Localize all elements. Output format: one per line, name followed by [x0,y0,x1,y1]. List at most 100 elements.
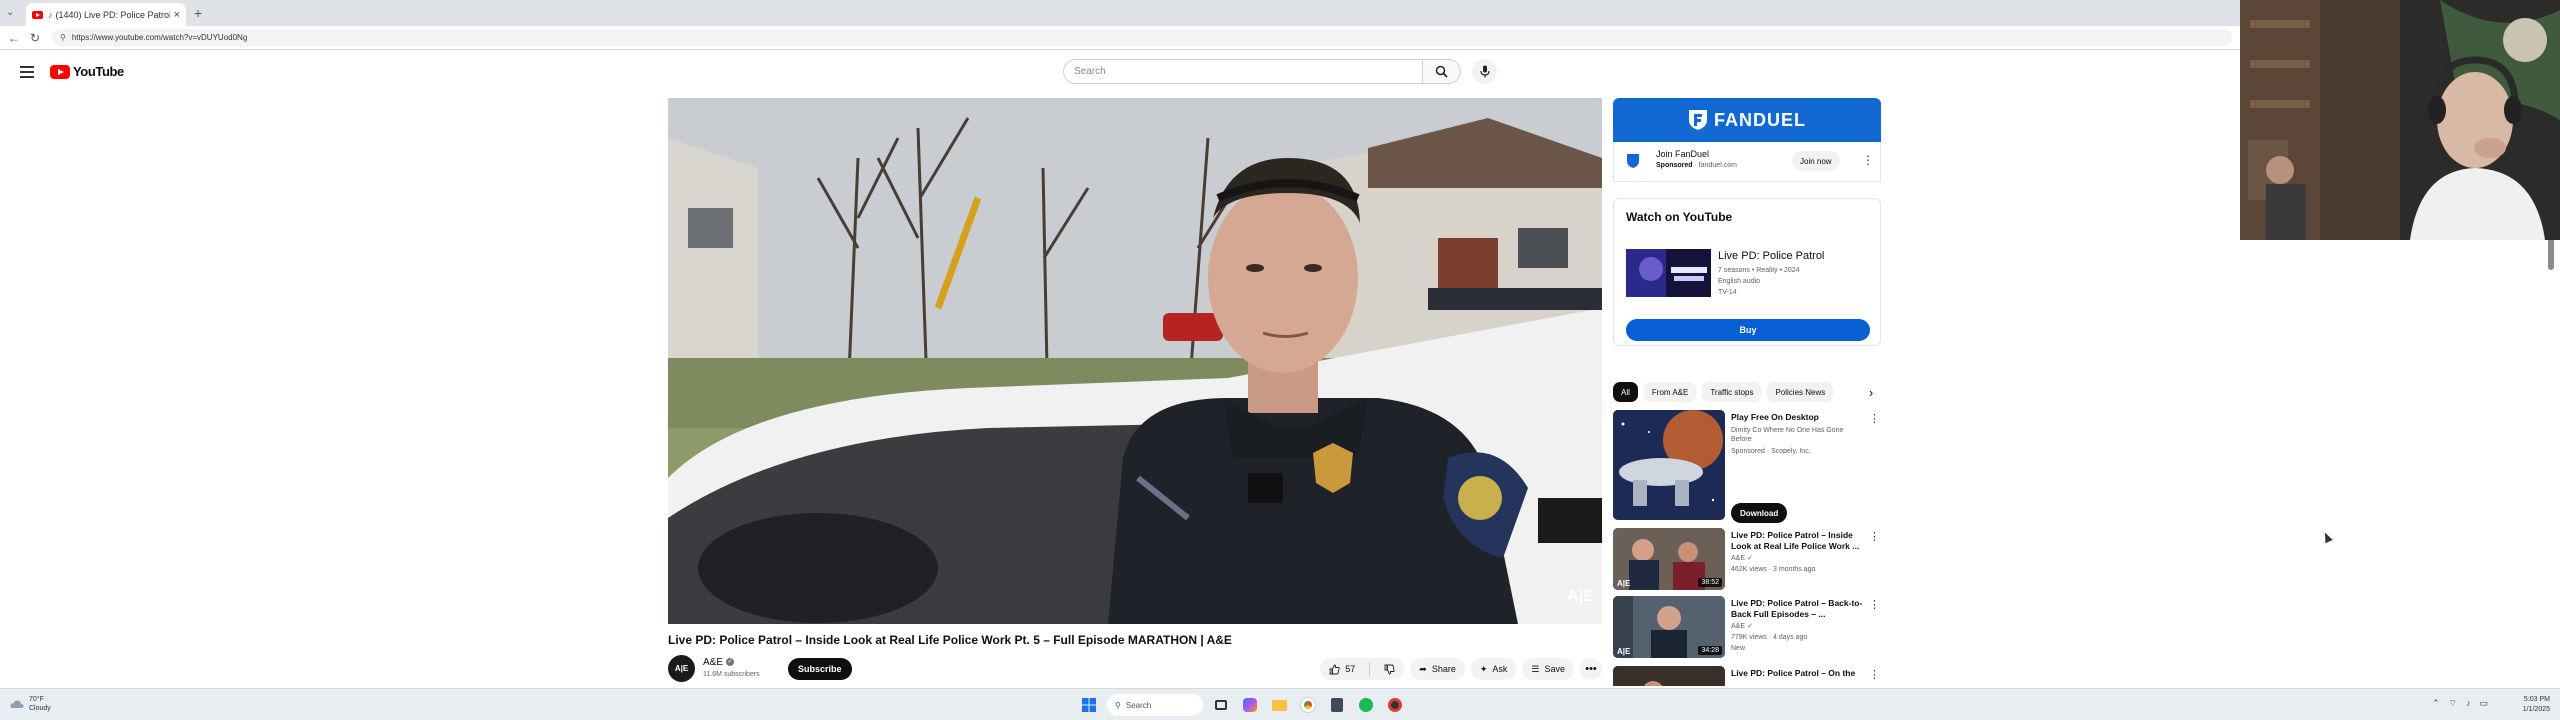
download-button[interactable]: Download [1731,503,1788,523]
hamburger-menu-icon[interactable] [20,66,34,78]
search-input[interactable]: Search [1063,59,1423,84]
rec-stats: 462K views · 3 months ago [1731,566,1816,573]
video-thumbnail[interactable]: A|E 34:28 [1613,596,1725,658]
battery-icon[interactable]: ▭ [2480,698,2489,709]
taskbar-search-box[interactable]: ⚲ Search [1107,694,1203,716]
video-player[interactable]: A|E [668,98,1602,624]
taskbar-search-icon: ⚲ [1115,700,1121,710]
more-actions-button[interactable]: ••• [1580,658,1602,680]
svg-text:A|E: A|E [1617,579,1631,588]
rec-title: Live PD: Police Patrol – Back-to-Back Fu… [1731,598,1863,619]
channel-name[interactable]: A&E [703,657,723,668]
spotify-icon[interactable] [1355,694,1377,716]
rec-title: Play Free On Desktop [1731,412,1819,422]
rec-more-icon[interactable]: ⋮ [1869,530,1880,543]
fanduel-ad-banner[interactable]: FANDUEL [1613,98,1881,142]
like-divider [1369,662,1371,676]
new-badge: New [1731,645,1746,652]
ask-label: Ask [1492,664,1508,674]
subscriber-count: 11.6M subscribers [703,671,760,678]
start-button[interactable] [1078,694,1100,716]
system-tray: ⌃ ⌔ ♪ ▭ [2432,698,2488,709]
list-item[interactable]: A|E 38:52 Live PD: Police Patrol – Insid… [1613,528,1881,592]
rec-more-icon[interactable]: ⋮ [1869,668,1880,681]
video-thumbnail[interactable]: A|E 38:52 [1613,528,1725,590]
fanduel-brand: FANDUEL [1714,109,1806,130]
share-button[interactable]: ➦ Share [1410,658,1465,680]
thumbs-down-icon [1384,664,1395,674]
reload-icon[interactable]: ↻ [30,31,40,45]
tray-chevron-icon[interactable]: ⌃ [2432,698,2440,709]
game-thumbnail[interactable] [1613,410,1725,520]
video-title: Live PD: Police Patrol – Inside Look at … [668,633,1232,647]
rec-more-icon[interactable]: ⋮ [1869,598,1880,611]
rec-title: Live PD: Police Patrol – On the [1731,668,1856,678]
buy-button[interactable]: Buy [1626,319,1870,341]
ask-button[interactable]: ✦ Ask [1470,658,1517,680]
fanduel-small-logo-icon [1627,154,1639,168]
weather-widget[interactable]: 70°F Cloudy [10,695,51,713]
file-explorer-icon[interactable] [1268,694,1290,716]
like-count: 57 [1345,664,1356,674]
tab-close-icon[interactable]: × [174,9,180,21]
cloud-icon [10,700,24,708]
chip-traffic-stops[interactable]: Traffic stops [1702,382,1762,402]
video-owner-row: A|E A&E ✓ 11.6M subscribers Subscribe 57… [668,654,1602,684]
taskbar-search-label: Search [1125,700,1152,710]
join-now-button[interactable]: Join now [1792,151,1840,171]
list-item[interactable]: A|E 34:28 Live PD: Police Patrol – Back-… [1613,596,1881,660]
clock-time: 5:03 PM [2523,696,2550,703]
chips-next-arrow-icon[interactable]: › [1861,382,1881,402]
url-text: https://www.youtube.com/watch?v=vDUYUod0… [71,33,248,42]
calculator-icon[interactable] [1326,694,1348,716]
video-thumbnail[interactable] [1613,666,1725,686]
chrome-icon[interactable] [1297,694,1319,716]
volume-icon[interactable]: ♪ [2466,698,2471,709]
youtube-logo[interactable]: YouTube [50,64,124,79]
task-view-icon[interactable] [1210,694,1232,716]
list-item[interactable]: Live PD: Police Patrol – On the ⋮ [1613,666,1881,686]
chip-policies-news[interactable]: Policies News [1767,382,1834,402]
webcam-overlay [2240,0,2560,240]
police-thumbnail-image [1613,666,1725,686]
obs-record-icon[interactable] [1384,694,1406,716]
ad-more-icon[interactable]: ⋮ [1862,153,1874,167]
sponsored-label: Sponsored [1656,162,1693,169]
channel-avatar[interactable]: A|E [668,655,695,682]
copilot-icon[interactable] [1239,694,1261,716]
show-thumbnail[interactable] [1626,249,1711,297]
tab-search-icon[interactable]: ⌄ [6,7,14,18]
url-field[interactable]: ⚲ https://www.youtube.com/watch?v=vDUYUo… [52,29,2232,46]
chip-from-ae[interactable]: From A&E [1643,382,1697,402]
site-info-icon[interactable]: ⚲ [60,33,66,42]
youtube-favicon-icon [32,10,43,19]
fanduel-ad-row[interactable]: Join FanDuel Sponsored · fanduel.com Joi… [1613,142,1881,182]
browser-tab-active[interactable]: ♪ (1440) Live PD: Police Patrol – × [26,3,186,26]
subscribe-button[interactable]: Subscribe [788,658,852,680]
speaker-icon[interactable]: ♪ [48,10,53,20]
ad-sponsor-line: Sponsored · fanduel.com [1656,162,1737,169]
list-item[interactable]: Play Free On Desktop Dimity Co Where No … [1613,410,1881,523]
show-meta: 7 seasons • Reality • 2024 [1718,267,1800,274]
voice-search-button[interactable] [1472,59,1497,84]
duration-badge: 38:52 [1698,578,1722,587]
dislike-button[interactable] [1375,658,1404,680]
taskbar-clock[interactable]: 5:03 PM 1/1/2025 [2514,695,2550,715]
browser-tab-strip: ⌄ ♪ (1440) Live PD: Police Patrol – × + [0,0,2560,26]
search-button[interactable] [1423,59,1461,84]
chip-all[interactable]: All [1613,382,1638,402]
rec-sponsor: Sponsored · Scopely, Inc. [1731,448,1811,455]
tab-title: (1440) Live PD: Police Patrol – [55,9,170,20]
video-actions: 57 ➦ Share ✦ Ask ☰ Save ••• [1320,658,1602,680]
network-icon[interactable]: ⌔ [2449,698,2457,709]
webcam-feed-image [2240,0,2560,240]
back-arrow-icon[interactable]: ← [8,31,20,45]
duration-badge: 34:28 [1698,646,1722,655]
rec-more-icon[interactable]: ⋮ [1869,412,1880,425]
share-icon: ➦ [1419,663,1427,674]
svg-text:A|E: A|E [1617,647,1631,656]
new-tab-button[interactable]: + [194,5,202,21]
save-button[interactable]: ☰ Save [1522,658,1574,680]
like-button[interactable]: 57 [1320,658,1364,680]
show-title[interactable]: Live PD: Police Patrol [1718,250,1824,262]
